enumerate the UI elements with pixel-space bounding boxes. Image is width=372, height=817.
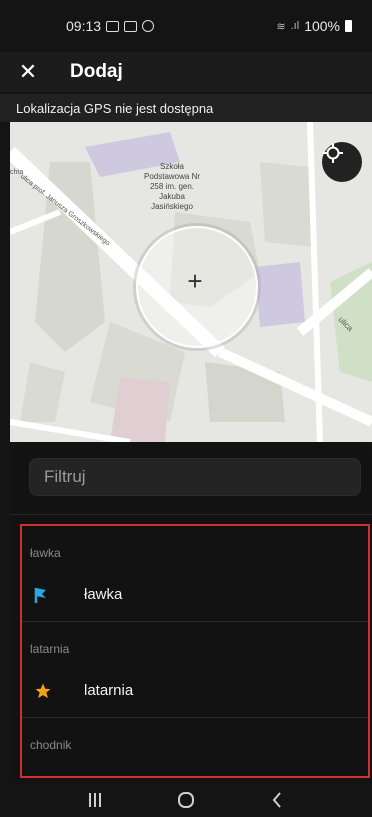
app-bar: ✕ Dodaj [0, 52, 372, 92]
recents-icon[interactable] [75, 785, 115, 815]
page-title: Dodaj [70, 61, 123, 82]
list-item-label: latarnia [84, 682, 134, 699]
battery-icon [345, 20, 352, 32]
gps-unavailable-banner: Lokalizacja GPS nie jest dostępna [0, 94, 372, 122]
status-time: 09:13 [66, 18, 102, 34]
bottom-sheet: ławka ławka latarnia latarnia chodnik [10, 442, 372, 782]
gallery-icon [106, 20, 120, 32]
list-item-latarnia[interactable]: latarnia [22, 664, 368, 718]
home-icon[interactable] [166, 785, 206, 815]
section-header-latarnia: latarnia [30, 642, 70, 656]
section-header-chodnik: chodnik [30, 738, 72, 752]
status-left: 09:13 [66, 18, 155, 34]
category-list: ławka ławka latarnia latarnia chodnik [20, 524, 370, 778]
status-right: ≋ .ıl 100% [276, 18, 352, 34]
star-icon [34, 682, 70, 700]
back-icon[interactable] [257, 785, 297, 815]
notification-icon [124, 20, 138, 32]
signal-icon: .ıl [290, 20, 300, 32]
my-location-icon[interactable] [322, 142, 362, 182]
school-poi-label: Szkoła Podstawowa Nr 258 im. gen. Jakuba… [143, 162, 201, 211]
filter-field[interactable] [29, 458, 361, 496]
street-label-left: chta [10, 169, 23, 176]
list-item-label: ławka [84, 586, 123, 603]
filter-input[interactable] [42, 466, 348, 488]
flag-icon [34, 586, 70, 604]
status-bar: 09:13 ≋ .ıl 100% [0, 0, 372, 52]
crosshair-icon: + [187, 266, 203, 296]
battery-level: 100% [304, 18, 340, 34]
locate-glyph [323, 143, 343, 163]
close-icon[interactable]: ✕ [16, 59, 40, 84]
list-item-lawka[interactable]: ławka [22, 568, 368, 622]
divider [10, 514, 372, 515]
section-header-lawka: ławka [30, 546, 61, 560]
map-view[interactable]: ulica prof. Janusza Groszkowskiego chta … [10, 122, 372, 442]
system-nav-bar [0, 782, 372, 817]
instagram-icon [142, 20, 155, 32]
wifi-icon: ≋ [276, 20, 286, 33]
